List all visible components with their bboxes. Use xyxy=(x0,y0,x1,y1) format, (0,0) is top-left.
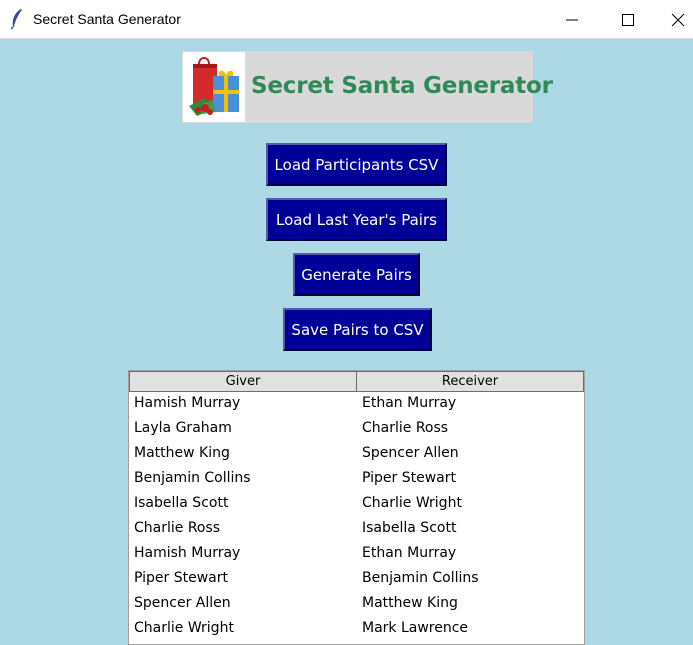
receiver-cell: Mark Lawrence xyxy=(362,620,469,636)
pairs-table[interactable]: Giver Receiver Hamish Murray Ethan Murray… xyxy=(128,370,585,645)
table-row[interactable]: Hamish Murray Ethan Murray xyxy=(129,542,584,567)
giver-cell: Isabella Scott xyxy=(134,495,229,511)
receiver-cell: Isabella Scott xyxy=(362,520,457,536)
receiver-cell: Spencer Allen xyxy=(362,445,459,461)
table-row[interactable]: Spencer Allen Matthew King xyxy=(129,592,584,617)
receiver-cell: Charlie Wright xyxy=(362,495,462,511)
load-participants-button[interactable]: Load Participants CSV xyxy=(266,143,447,186)
table-row[interactable]: Charlie Ross Isabella Scott xyxy=(129,517,584,542)
gift-bags-image xyxy=(183,52,245,122)
giver-cell: Layla Graham xyxy=(134,420,232,436)
giver-cell: Hamish Murray xyxy=(134,395,241,411)
minimize-button[interactable] xyxy=(549,0,595,39)
title-bar: Secret Santa Generator xyxy=(0,0,693,39)
giver-cell: Charlie Wright xyxy=(134,620,234,636)
giver-cell: Spencer Allen xyxy=(134,595,231,611)
load-last-year-pairs-button[interactable]: Load Last Year's Pairs xyxy=(266,198,447,241)
table-row[interactable]: Isabella Scott Charlie Wright xyxy=(129,492,584,517)
generate-pairs-button[interactable]: Generate Pairs xyxy=(293,253,420,296)
receiver-cell: Ethan Murray xyxy=(362,545,457,561)
table-row[interactable]: Piper Stewart Benjamin Collins xyxy=(129,567,584,592)
giver-cell: Hamish Murray xyxy=(134,545,241,561)
window-title: Secret Santa Generator xyxy=(33,11,181,27)
receiver-cell: Piper Stewart xyxy=(362,470,456,486)
table-header: Giver Receiver xyxy=(129,371,584,392)
table-row[interactable]: Charlie Wright Mark Lawrence xyxy=(129,617,584,642)
feather-icon xyxy=(9,8,25,30)
receiver-cell: Matthew King xyxy=(362,595,458,611)
table-row[interactable]: Hamish Murray Ethan Murray xyxy=(129,392,584,417)
table-row[interactable]: Layla Graham Charlie Ross xyxy=(129,417,584,442)
receiver-column-header[interactable]: Receiver xyxy=(356,371,584,392)
giver-cell: Piper Stewart xyxy=(134,570,228,586)
close-button[interactable] xyxy=(655,0,693,39)
maximize-button[interactable] xyxy=(605,0,651,39)
table-row[interactable]: Matthew King Spencer Allen xyxy=(129,442,584,467)
table-row[interactable]: Benjamin Collins Piper Stewart xyxy=(129,467,584,492)
giver-cell: Benjamin Collins xyxy=(134,470,251,486)
receiver-cell: Ethan Murray xyxy=(362,395,457,411)
giver-column-header[interactable]: Giver xyxy=(129,371,357,392)
banner-title: Secret Santa Generator xyxy=(251,73,553,99)
save-pairs-button[interactable]: Save Pairs to CSV xyxy=(283,308,432,351)
receiver-cell: Charlie Ross xyxy=(362,420,449,436)
giver-cell: Charlie Ross xyxy=(134,520,221,536)
receiver-cell: Benjamin Collins xyxy=(362,570,479,586)
giver-cell: Matthew King xyxy=(134,445,230,461)
header-banner: Secret Santa Generator xyxy=(182,51,553,123)
